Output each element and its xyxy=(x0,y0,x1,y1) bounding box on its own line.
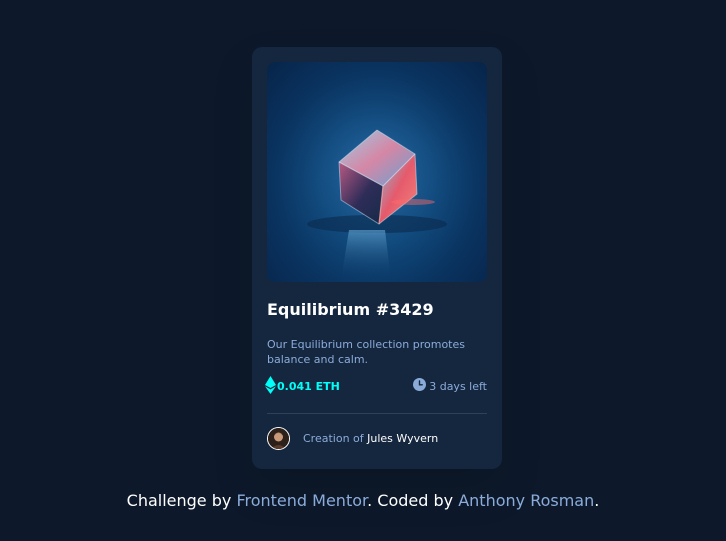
nft-description: Our Equilibrium collection promotes bala… xyxy=(267,338,465,366)
nft-card: Equilibrium #3429 Our Equilibrium collec… xyxy=(252,47,502,469)
clock-icon xyxy=(413,378,427,394)
nft-meta-row: 0.041 ETH 3 days left xyxy=(265,375,487,397)
price-value: 0.041 ETH xyxy=(277,379,340,393)
nft-image[interactable] xyxy=(267,62,487,282)
time-left: 3 days left xyxy=(429,379,487,393)
creator-text: Creation of Jules Wyvern xyxy=(303,432,438,445)
attribution: Challenge by Frontend Mentor. Coded by A… xyxy=(0,491,726,510)
author-link[interactable]: Anthony Rosman xyxy=(458,491,594,510)
card-divider xyxy=(267,413,487,414)
attribution-suffix: . xyxy=(594,491,600,510)
creator-prefix: Creation of xyxy=(303,432,368,445)
ethereum-icon xyxy=(265,375,276,397)
page: Equilibrium #3429 Our Equilibrium collec… xyxy=(0,0,726,541)
price-group: 0.041 ETH xyxy=(265,375,340,397)
time-group: 3 days left xyxy=(413,376,487,396)
equilibrium-cube-image xyxy=(267,62,487,282)
creator-name-link[interactable]: Jules Wyvern xyxy=(367,432,438,445)
nft-title[interactable]: Equilibrium #3429 xyxy=(267,300,434,319)
creator-avatar xyxy=(267,427,290,450)
attribution-prefix: Challenge by xyxy=(126,491,237,510)
creator-row: Creation of Jules Wyvern xyxy=(267,427,487,451)
frontend-mentor-link[interactable]: Frontend Mentor xyxy=(236,491,367,510)
attribution-middle: . Coded by xyxy=(367,491,459,510)
